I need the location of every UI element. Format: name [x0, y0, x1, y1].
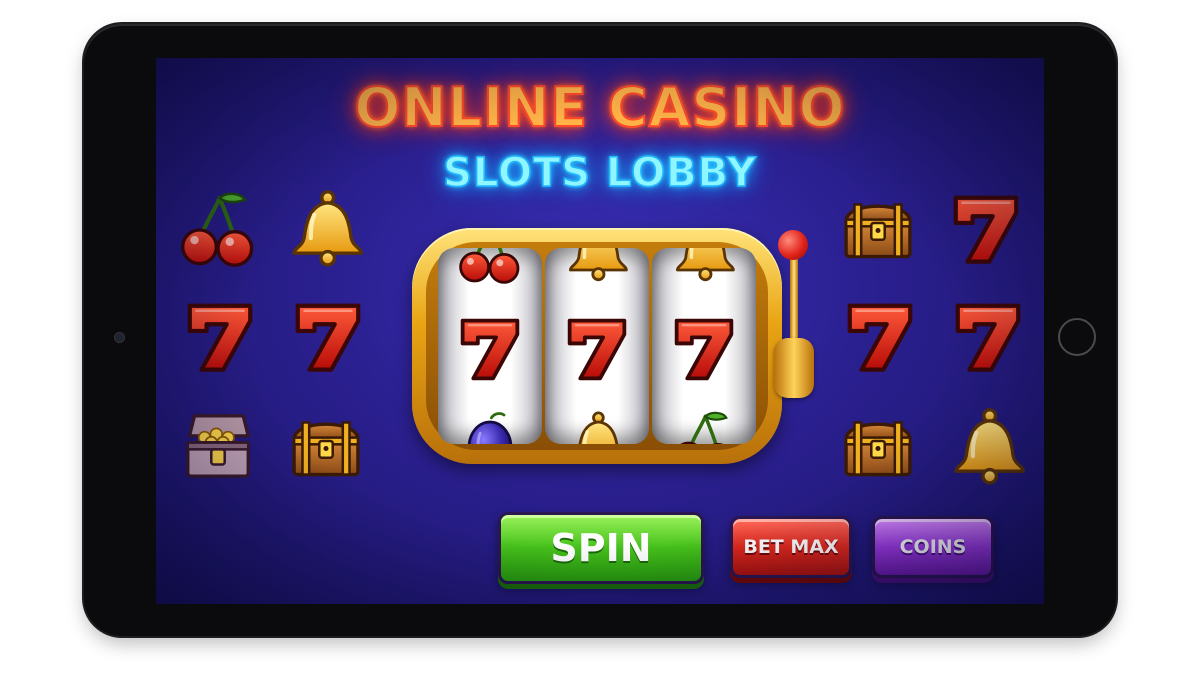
bell-icon — [652, 248, 756, 284]
cherry-icon — [652, 408, 756, 444]
reel-3 — [652, 248, 756, 444]
treasure-chest-open-icon — [176, 404, 260, 488]
seven-icon — [652, 310, 756, 386]
seven-icon — [286, 294, 370, 378]
seven-icon — [438, 310, 542, 386]
reel-1 — [438, 248, 542, 444]
lever-base — [774, 338, 814, 398]
front-camera — [115, 333, 124, 342]
treasure-chest-icon — [836, 186, 920, 270]
lever-knob[interactable] — [778, 230, 808, 260]
bell-icon — [284, 186, 368, 270]
treasure-chest-icon — [836, 404, 920, 488]
spin-button[interactable]: SPIN — [498, 512, 704, 584]
bell-icon — [545, 248, 649, 284]
cherry-icon — [438, 248, 542, 288]
seven-icon — [838, 294, 922, 378]
seven-icon — [178, 294, 262, 378]
cherry-icon — [176, 188, 260, 272]
coins-button[interactable]: COINS — [872, 516, 994, 578]
casino-screen: ONLINE CASINO SLOTS LOBBY SPIN BET MAX C… — [156, 58, 1044, 604]
page-title: ONLINE CASINO — [354, 75, 846, 140]
device-stage: ONLINE CASINO SLOTS LOBBY SPIN BET MAX C… — [0, 0, 1200, 675]
seven-icon — [944, 186, 1028, 270]
reel-2 — [545, 248, 649, 444]
home-button[interactable] — [1058, 318, 1096, 356]
slot-machine — [412, 222, 816, 468]
plum-icon — [438, 408, 542, 444]
seven-icon — [545, 310, 649, 386]
bell-icon — [545, 408, 649, 444]
treasure-chest-icon — [284, 404, 368, 488]
bell-icon — [946, 404, 1030, 488]
seven-icon — [946, 294, 1030, 378]
bet-max-button[interactable]: BET MAX — [730, 516, 852, 578]
